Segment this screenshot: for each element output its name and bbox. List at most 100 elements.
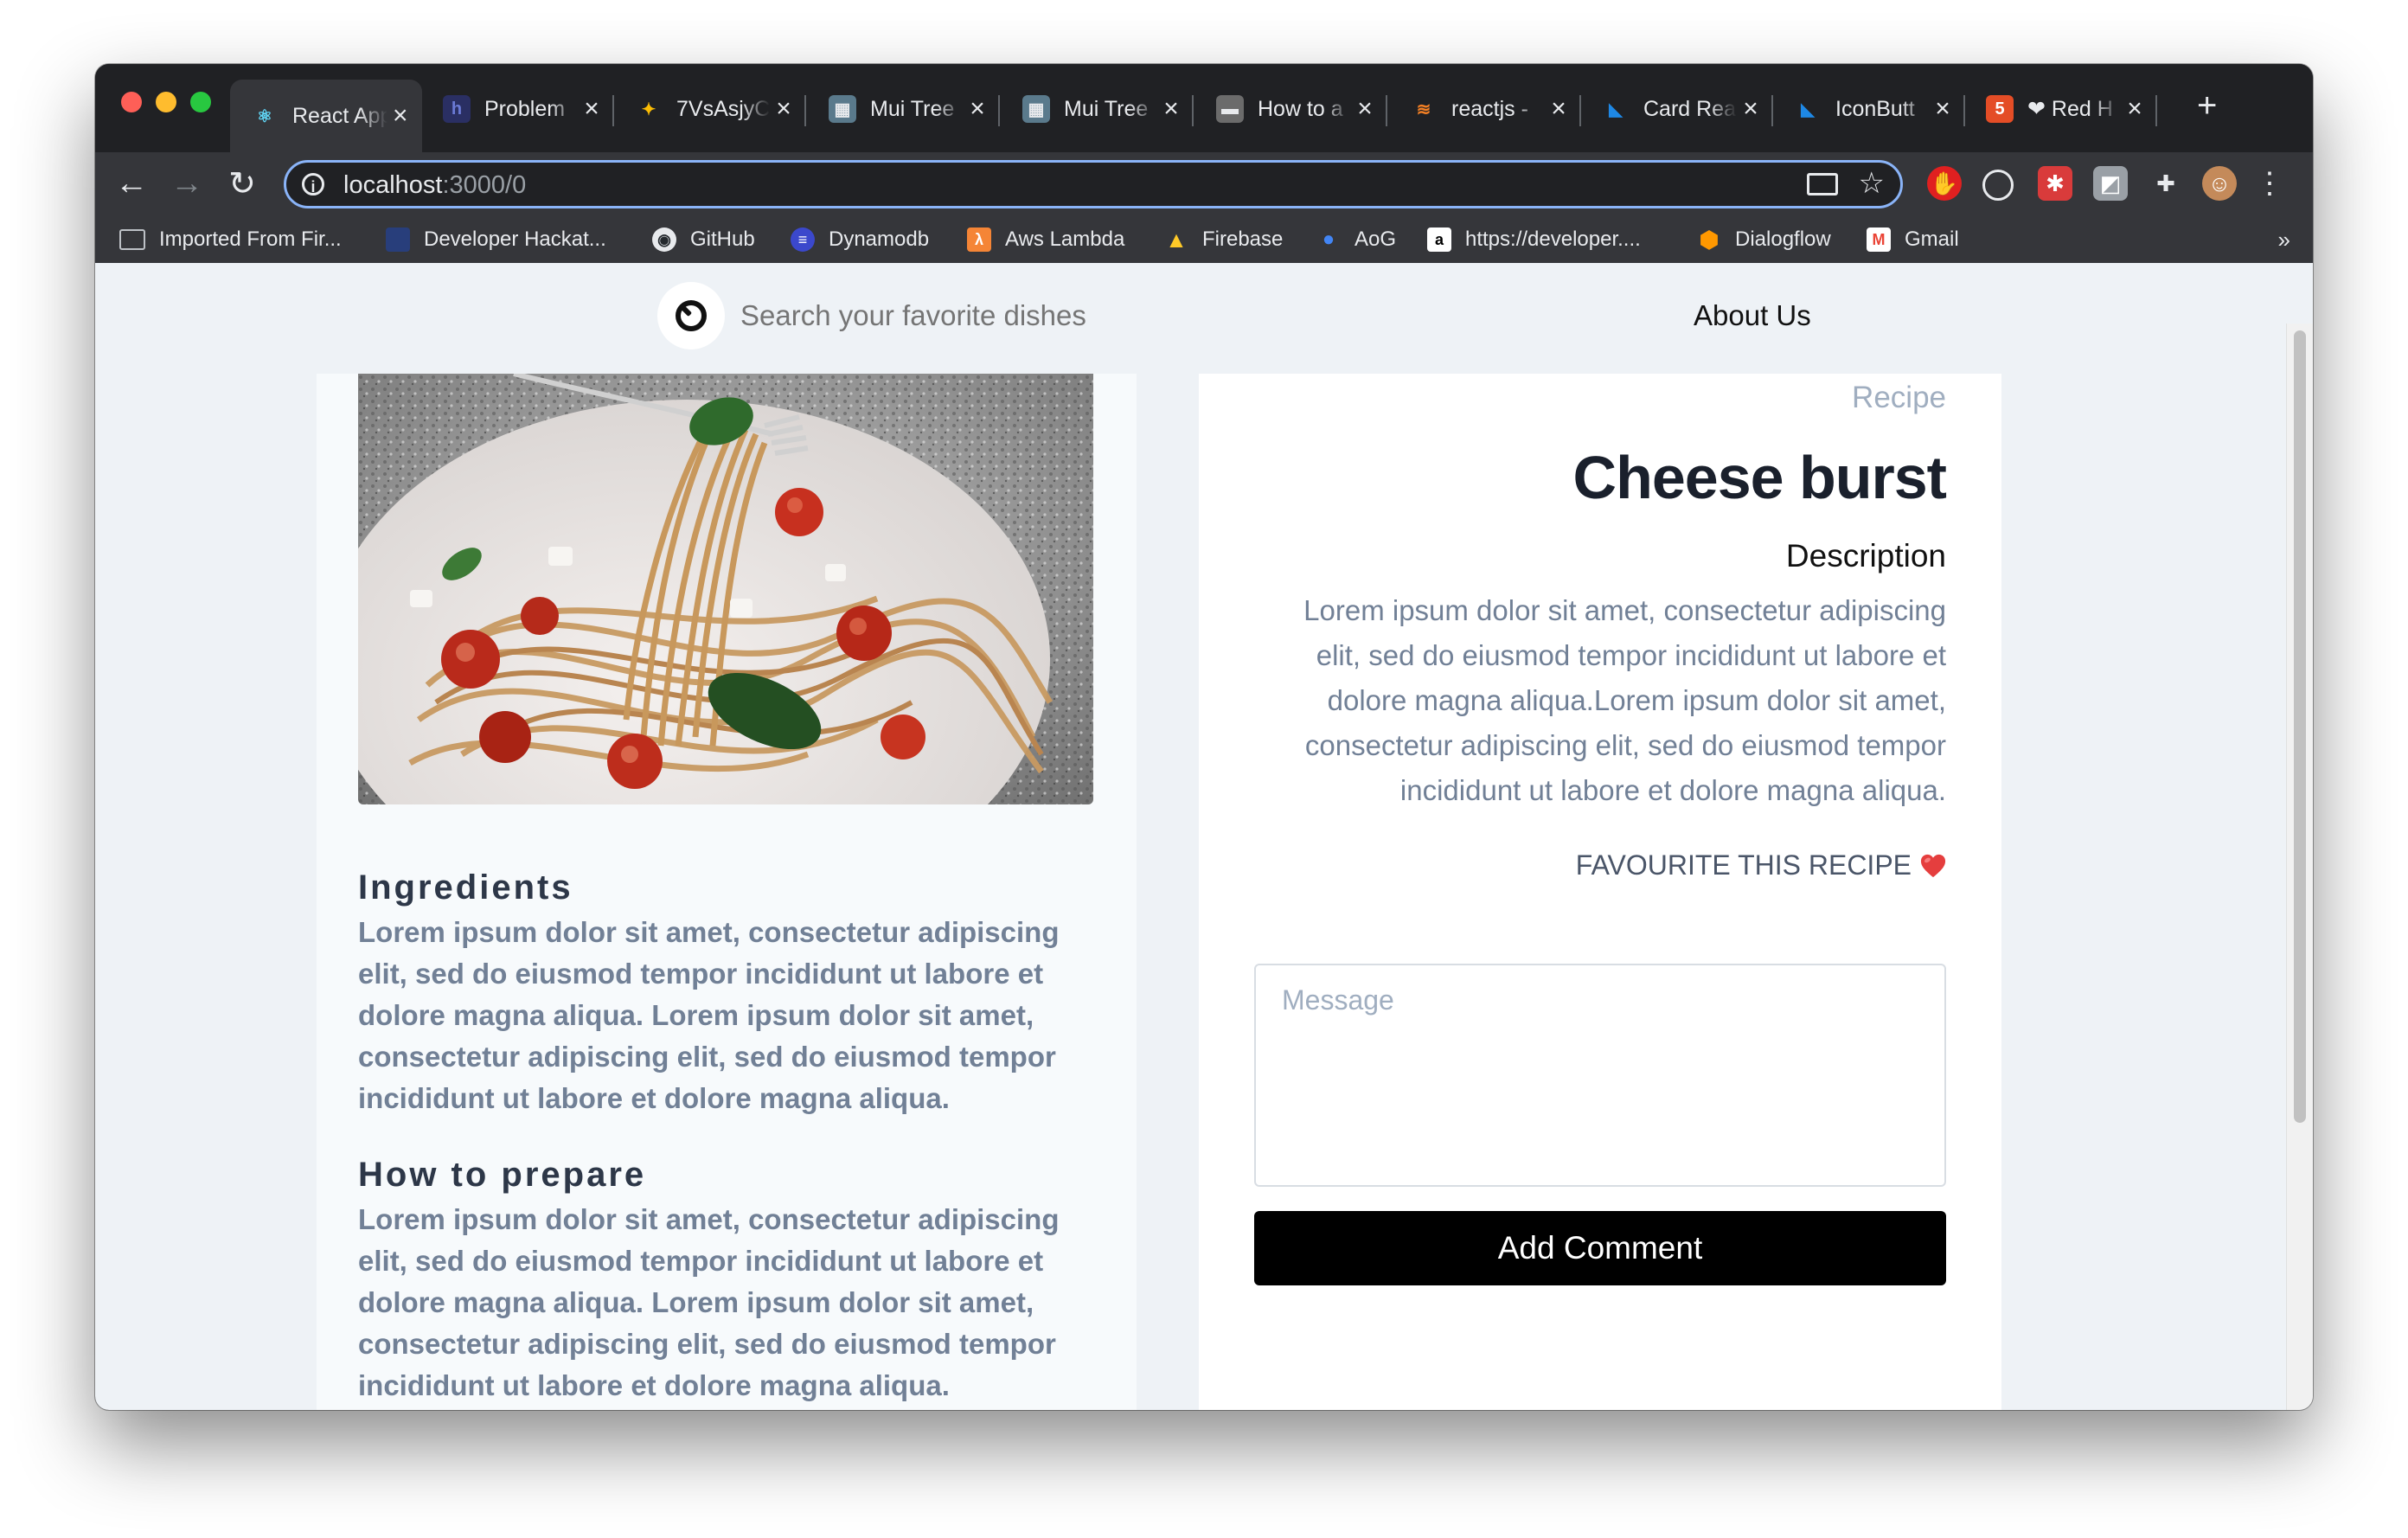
close-tab-icon[interactable]: × bbox=[1351, 94, 1379, 124]
scrollbar-thumb[interactable] bbox=[2294, 330, 2306, 1123]
bookmark-label: https://developer.... bbox=[1465, 227, 1641, 251]
add-comment-button[interactable]: Add Comment bbox=[1254, 1211, 1946, 1285]
tab-label: ❤ Red H bbox=[2027, 97, 2113, 121]
page-viewport: About Us bbox=[95, 263, 2313, 1410]
dish-photo bbox=[358, 374, 1093, 804]
bookmark-github[interactable]: ◉ GitHub bbox=[652, 225, 755, 254]
tab-iconbutton[interactable]: ◣ IconButt × bbox=[1773, 80, 1965, 138]
gmail-icon: M bbox=[1867, 227, 1891, 252]
tab-separator bbox=[2155, 95, 2157, 126]
forward-arrow-icon[interactable]: → bbox=[166, 163, 208, 204]
hackerearth-icon: h bbox=[443, 95, 471, 123]
tab-label: How to a bbox=[1258, 96, 1343, 121]
about-us-link[interactable]: About Us bbox=[1694, 299, 1811, 332]
firebase-icon: ▲ bbox=[1165, 226, 1188, 253]
bookmarks-bar: Imported From Fir... Developer Hackat...… bbox=[95, 216, 2313, 264]
lambda-icon: λ bbox=[967, 227, 991, 252]
github-icon: ◉ bbox=[652, 227, 676, 252]
tab-label: IconButt bbox=[1835, 96, 1915, 121]
new-tab-button[interactable]: + bbox=[2197, 87, 2217, 125]
bookmark-label: Imported From Fir... bbox=[159, 227, 342, 251]
profile-avatar[interactable]: ☺ bbox=[2202, 166, 2237, 201]
description-heading: Description bbox=[1785, 538, 1946, 574]
favourite-label: FAVOURITE THIS RECIPE bbox=[1575, 849, 1912, 881]
url-path: :3000/0 bbox=[442, 171, 527, 199]
reload-icon[interactable]: ↻ bbox=[221, 163, 263, 204]
recipe-title: Cheese burst bbox=[1572, 444, 1947, 511]
bookmark-label: Developer Hackat... bbox=[424, 227, 606, 251]
dynamodb-icon: ≡ bbox=[791, 227, 815, 252]
bookmark-dynamodb[interactable]: ≡ Dynamodb bbox=[791, 225, 929, 254]
close-tab-icon[interactable]: × bbox=[1737, 94, 1764, 124]
how-to-prepare-text: Lorem ipsum dolor sit amet, consectetur … bbox=[358, 1203, 1060, 1401]
recipe-label: Recipe bbox=[1852, 381, 1946, 414]
search-input[interactable] bbox=[740, 299, 1259, 332]
tab-problem[interactable]: h Problem × bbox=[422, 80, 614, 138]
close-tab-icon[interactable]: × bbox=[964, 94, 991, 124]
tab-label: reactjs - bbox=[1451, 96, 1528, 121]
extension-gray-icon[interactable]: ◩ bbox=[2093, 166, 2128, 201]
back-arrow-icon[interactable]: ← bbox=[111, 163, 152, 204]
bookmark-developer-amazon[interactable]: a https://developer.... bbox=[1427, 225, 1641, 254]
bookmark-label: GitHub bbox=[690, 227, 755, 251]
bookmark-label: Dynamodb bbox=[829, 227, 930, 251]
bookmark-aws-lambda[interactable]: λ Aws Lambda bbox=[967, 225, 1124, 254]
search-icon[interactable] bbox=[657, 282, 725, 349]
bookmark-label: Gmail bbox=[1905, 227, 1959, 251]
tab-react-app[interactable]: ⚛ React App × bbox=[230, 80, 422, 152]
close-window-button[interactable] bbox=[121, 92, 142, 112]
assistant-icon: ● bbox=[1322, 227, 1335, 251]
minimize-window-button[interactable] bbox=[156, 92, 176, 112]
bookmark-gmail[interactable]: M Gmail bbox=[1867, 225, 1959, 254]
tab-7vsasjyc[interactable]: ✦ 7VsAsjyC × bbox=[614, 80, 806, 138]
tab-label: Problem bbox=[484, 96, 566, 121]
close-tab-icon[interactable]: × bbox=[1157, 94, 1185, 124]
extension-target-icon[interactable] bbox=[1982, 170, 2014, 201]
browser-toolbar: ← → ↻ i localhost:3000/0 ☆ ✋ ✱ ◩ ✚ ☺ ⋮ bbox=[95, 152, 2313, 216]
extension-grid-icon[interactable]: ✱ bbox=[2038, 166, 2072, 201]
page-scrollbar[interactable] bbox=[2286, 324, 2313, 1410]
url-host: localhost bbox=[343, 171, 443, 199]
tab-reactjs[interactable]: ≋ reactjs - × bbox=[1389, 80, 1581, 138]
message-textarea[interactable] bbox=[1254, 964, 1946, 1187]
bookmark-imported[interactable]: Imported From Fir... bbox=[119, 225, 342, 254]
tab-how-to[interactable]: ▬ How to a × bbox=[1195, 80, 1387, 138]
tab-label: 7VsAsjyC bbox=[676, 96, 771, 121]
close-tab-icon[interactable]: × bbox=[1929, 94, 1956, 124]
site-info-icon[interactable]: i bbox=[302, 173, 324, 195]
favourite-recipe-button[interactable]: FAVOURITE THIS RECIPE bbox=[1576, 849, 1946, 881]
close-tab-icon[interactable]: × bbox=[387, 101, 413, 131]
tab-mui-tree-1[interactable]: ▦ Mui Tree × bbox=[808, 80, 1000, 138]
video-icon: ▬ bbox=[1216, 95, 1244, 123]
more-bookmarks-chevron[interactable]: » bbox=[2278, 227, 2290, 253]
close-tab-icon[interactable]: × bbox=[578, 94, 605, 124]
description-text: Lorem ipsum dolor sit amet, consectetur … bbox=[1303, 594, 1946, 806]
heart-icon bbox=[1920, 854, 1946, 877]
tab-card-react[interactable]: ◣ Card Rea × bbox=[1581, 80, 1773, 138]
tab-label: Card Rea bbox=[1643, 96, 1736, 121]
bookmark-star-icon[interactable]: ☆ bbox=[1859, 166, 1885, 201]
tab-strip: ⚛ React App × h Problem × ✦ 7VsAsjyC × ▦… bbox=[95, 64, 2313, 152]
bookmark-developer-hackathon[interactable]: Developer Hackat... bbox=[386, 225, 606, 254]
cast-icon[interactable] bbox=[1807, 173, 1838, 195]
tab-red-heart[interactable]: 5 ❤ Red H × bbox=[1965, 80, 2157, 138]
bookmark-dialogflow[interactable]: ⬢ Dialogflow bbox=[1697, 225, 1831, 254]
bookmark-aog[interactable]: ● AoG bbox=[1316, 225, 1396, 254]
maximize-window-button[interactable] bbox=[190, 92, 211, 112]
browser-window: ⚛ React App × h Problem × ✦ 7VsAsjyC × ▦… bbox=[95, 64, 2313, 1410]
menu-kebab-icon[interactable]: ⋮ bbox=[2252, 166, 2287, 201]
extensions-puzzle-icon[interactable]: ✚ bbox=[2149, 166, 2183, 201]
address-bar[interactable]: i localhost:3000/0 ☆ bbox=[284, 160, 1903, 208]
tab-mui-tree-2[interactable]: ▦ Mui Tree × bbox=[1002, 80, 1194, 138]
recipe-details-card: Ingredients Lorem ipsum dolor sit amet, … bbox=[317, 374, 1137, 1410]
tab-label: Mui Tree bbox=[870, 96, 955, 121]
close-tab-icon[interactable]: × bbox=[1545, 94, 1572, 124]
tab-separator bbox=[1192, 95, 1194, 126]
mui-tree-icon: ▦ bbox=[1022, 95, 1050, 123]
close-tab-icon[interactable]: × bbox=[770, 94, 797, 124]
close-tab-icon[interactable]: × bbox=[2121, 94, 2149, 124]
how-to-prepare-heading: How to prepare bbox=[358, 1156, 647, 1194]
bookmark-firebase[interactable]: ▲ Firebase bbox=[1164, 225, 1283, 254]
extension-red-icon[interactable]: ✋ bbox=[1927, 166, 1962, 201]
bookmark-label: Aws Lambda bbox=[1005, 227, 1125, 251]
